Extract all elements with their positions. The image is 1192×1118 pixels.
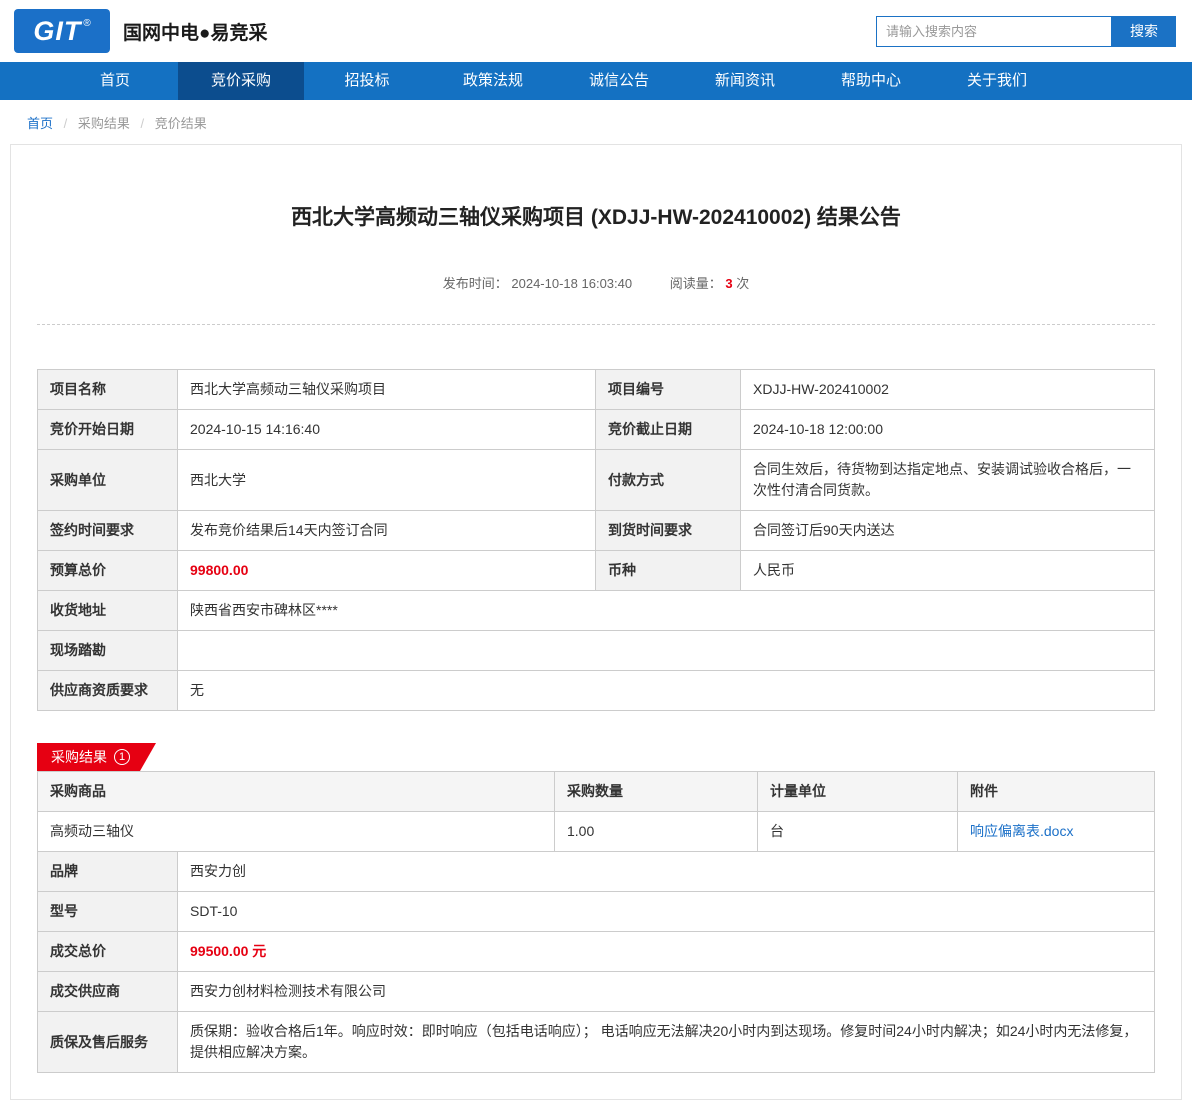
info-value: 西北大学高频动三轴仪采购项目 <box>177 369 596 410</box>
info-label: 付款方式 <box>595 449 741 511</box>
logo-text: GIT <box>33 15 82 46</box>
table-row: 成交供应商 西安力创材料检测技术有限公司 <box>37 971 1155 1012</box>
site-header: GIT® 国网中电●易竞采 搜索 <box>0 0 1192 62</box>
info-label: 项目名称 <box>37 369 178 410</box>
detail-value: 西安力创材料检测技术有限公司 <box>177 971 1155 1012</box>
nav-item-bidding-procurement[interactable]: 竞价采购 <box>178 62 304 100</box>
table-row: 现场踏勘 <box>37 630 1155 671</box>
breadcrumb-procurement-results[interactable]: 采购结果 <box>78 116 130 131</box>
info-label: 币种 <box>595 550 741 591</box>
detail-value: SDT-10 <box>177 891 1155 932</box>
nav-item-news[interactable]: 新闻资讯 <box>682 62 808 100</box>
table-row: 采购单位 西北大学 付款方式 合同生效后，待货物到达指定地点、安装调试验收合格后… <box>37 449 1155 511</box>
detail-value: 质保期：验收合格后1年。响应时效：即时响应（包括电话响应）； 电话响应无法解决2… <box>177 1011 1155 1073</box>
column-header: 采购数量 <box>554 771 758 812</box>
nav-item-help-center[interactable]: 帮助中心 <box>808 62 934 100</box>
procurement-result-badge: 采购结果 1 <box>37 743 156 771</box>
table-row: 预算总价 99800.00 币种 人民币 <box>37 550 1155 591</box>
product-name: 高频动三轴仪 <box>37 811 555 852</box>
column-header: 附件 <box>957 771 1155 812</box>
attachment-link[interactable]: 响应偏离表.docx <box>970 823 1073 839</box>
breadcrumb-current: 竞价结果 <box>154 116 207 131</box>
main-nav: 首页 竞价采购 招投标 政策法规 诚信公告 新闻资讯 帮助中心 关于我们 <box>0 62 1192 100</box>
search-bar: 搜索 <box>876 15 1176 47</box>
info-label: 预算总价 <box>37 550 178 591</box>
views-count: 3 <box>725 276 733 291</box>
breadcrumb: 首页 / 采购结果 / 竞价结果 <box>0 100 1192 142</box>
column-header: 采购商品 <box>37 771 555 812</box>
product-quantity: 1.00 <box>554 811 758 852</box>
nav-item-tenders[interactable]: 招投标 <box>304 62 430 100</box>
table-header-row: 采购商品 采购数量 计量单位 附件 <box>37 771 1155 812</box>
result-detail-table: 品牌 西安力创 型号 SDT-10 成交总价 99500.00 元 成交供应商 … <box>37 851 1155 1073</box>
info-value: 无 <box>177 670 1155 711</box>
announcement-meta: 发布时间： 2024-10-18 16:03:40 阅读量： 3 次 <box>37 273 1155 325</box>
announcement-title: 西北大学高频动三轴仪采购项目 (XDJJ-HW-202410002) 结果公告 <box>291 206 901 229</box>
nav-item-about-us[interactable]: 关于我们 <box>934 62 1060 100</box>
logo-area: GIT ® 国网中电●易竞采 <box>14 9 267 53</box>
detail-label: 成交总价 <box>37 931 178 972</box>
search-button[interactable]: 搜索 <box>1112 15 1176 47</box>
search-input[interactable] <box>876 15 1112 47</box>
announcement-card: 西北大学高频动三轴仪采购项目 (XDJJ-HW-202410002) 结果公告 … <box>10 144 1182 1100</box>
info-label: 供应商资质要求 <box>37 670 178 711</box>
nav-item-integrity-notices[interactable]: 诚信公告 <box>556 62 682 100</box>
table-row: 型号 SDT-10 <box>37 891 1155 932</box>
breadcrumb-home[interactable]: 首页 <box>27 116 53 131</box>
info-value: 2024-10-15 14:16:40 <box>177 409 596 450</box>
result-product-table: 采购商品 采购数量 计量单位 附件 高频动三轴仪 1.00 台 响应偏离表.do… <box>37 771 1155 852</box>
project-info-table: 项目名称 西北大学高频动三轴仪采购项目 项目编号 XDJJ-HW-2024100… <box>37 369 1155 711</box>
table-row: 成交总价 99500.00 元 <box>37 931 1155 972</box>
info-value: 合同生效后，待货物到达指定地点、安装调试验收合格后，一次性付清合同货款。 <box>740 449 1155 511</box>
detail-label: 成交供应商 <box>37 971 178 1012</box>
info-label: 项目编号 <box>595 369 741 410</box>
table-row: 品牌 西安力创 <box>37 851 1155 892</box>
info-value: 人民币 <box>740 550 1155 591</box>
info-value: 发布竞价结果后14天内签订合同 <box>177 510 596 551</box>
info-label: 收货地址 <box>37 590 178 631</box>
detail-label: 型号 <box>37 891 178 932</box>
info-label: 竞价开始日期 <box>37 409 178 450</box>
table-row: 高频动三轴仪 1.00 台 响应偏离表.docx <box>37 811 1155 852</box>
publish-time-value: 2024-10-18 16:03:40 <box>511 276 633 291</box>
info-value: 陕西省西安市碑林区**** <box>177 590 1155 631</box>
product-unit: 台 <box>757 811 958 852</box>
table-row: 竞价开始日期 2024-10-15 14:16:40 竞价截止日期 2024-1… <box>37 409 1155 450</box>
deal-total-price: 99500.00 元 <box>177 931 1155 972</box>
breadcrumb-separator: / <box>63 116 68 131</box>
table-row: 收货地址 陕西省西安市碑林区**** <box>37 590 1155 631</box>
info-label: 竞价截止日期 <box>595 409 741 450</box>
info-value: 西北大学 <box>177 449 596 511</box>
breadcrumb-separator: / <box>140 116 145 131</box>
info-label: 现场踏勘 <box>37 630 178 671</box>
nav-item-home[interactable]: 首页 <box>52 62 178 100</box>
result-badge-number: 1 <box>114 749 130 765</box>
info-label: 采购单位 <box>37 449 178 511</box>
registered-mark: ® <box>83 17 91 29</box>
site-title: 国网中电●易竞采 <box>123 22 268 44</box>
result-badge-label: 采购结果 <box>51 749 107 765</box>
info-value: 合同签订后90天内送达 <box>740 510 1155 551</box>
views-label: 阅读量： <box>669 276 722 291</box>
detail-value: 西安力创 <box>177 851 1155 892</box>
detail-label: 质保及售后服务 <box>37 1011 178 1073</box>
column-header: 计量单位 <box>757 771 958 812</box>
result-badge-wrap: 采购结果 1 <box>37 743 1155 771</box>
info-label: 签约时间要求 <box>37 510 178 551</box>
info-value <box>177 630 1155 671</box>
publish-time-label: 发布时间： <box>442 276 508 291</box>
info-label: 到货时间要求 <box>595 510 741 551</box>
git-logo[interactable]: GIT ® <box>14 9 110 53</box>
info-value: 2024-10-18 12:00:00 <box>740 409 1155 450</box>
views-unit: 次 <box>736 276 750 291</box>
table-row: 供应商资质要求 无 <box>37 670 1155 711</box>
table-row: 项目名称 西北大学高频动三轴仪采购项目 项目编号 XDJJ-HW-2024100… <box>37 369 1155 410</box>
detail-label: 品牌 <box>37 851 178 892</box>
nav-item-policies[interactable]: 政策法规 <box>430 62 556 100</box>
table-row: 质保及售后服务 质保期：验收合格后1年。响应时效：即时响应（包括电话响应）； 电… <box>37 1011 1155 1073</box>
table-row: 签约时间要求 发布竞价结果后14天内签订合同 到货时间要求 合同签订后90天内送… <box>37 510 1155 551</box>
budget-total-price: 99800.00 <box>177 550 596 591</box>
info-value: XDJJ-HW-202410002 <box>740 369 1155 410</box>
